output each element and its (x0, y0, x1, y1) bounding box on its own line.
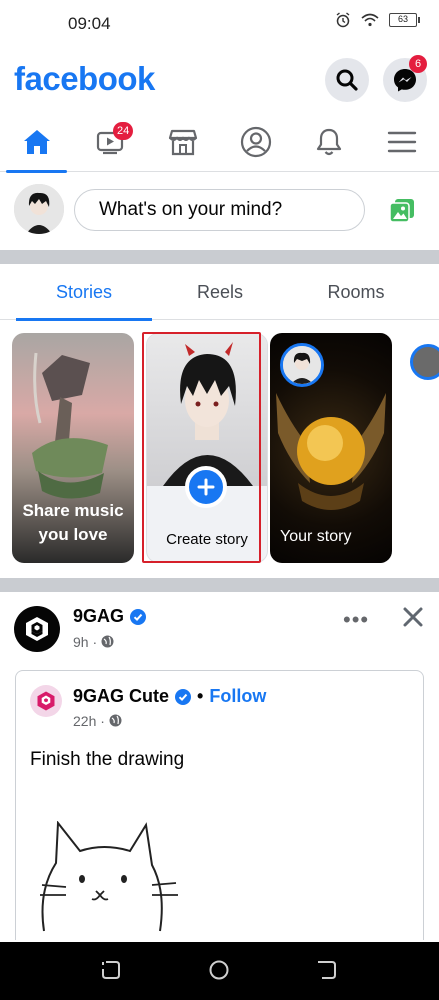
more-options-button[interactable]: ••• (343, 609, 369, 631)
battery-indicator: 63 (389, 13, 420, 27)
nav-notifications[interactable] (292, 112, 365, 172)
store-icon (168, 129, 197, 156)
status-icons: 63 (335, 12, 420, 28)
next-story-avatar[interactable] (410, 344, 439, 380)
nav-profile[interactable] (219, 112, 292, 172)
status-bar: 09:04 63 (0, 0, 439, 48)
photo-button[interactable] (388, 197, 416, 228)
stories-carousel: Share music you love Create story Your s… (0, 320, 439, 578)
story-your-story[interactable]: Your story (270, 333, 392, 563)
top-navigation: 24 (0, 112, 439, 173)
messenger-badge: 6 (409, 55, 427, 73)
tab-stories[interactable]: Stories (16, 264, 152, 321)
dot-separator: • (197, 686, 204, 706)
search-icon (336, 69, 358, 91)
section-divider (0, 250, 439, 264)
recent-apps-icon (102, 961, 120, 979)
shared-post-text: Finish the drawing (30, 749, 185, 770)
close-icon (403, 607, 423, 627)
globe-icon (109, 714, 122, 727)
system-navigation-bar (0, 942, 439, 1000)
post-composer: What's on your mind? (0, 172, 439, 250)
shared-author: 9GAG Cute • Follow (73, 686, 266, 707)
section-divider (0, 578, 439, 592)
wifi-icon (361, 13, 379, 27)
verified-icon (130, 609, 147, 626)
your-story-avatar (280, 343, 324, 387)
9gag-cute-logo-icon (37, 691, 55, 711)
verified-icon (175, 689, 192, 706)
facebook-logo: facebook (14, 60, 155, 97)
home-circle-icon (209, 960, 229, 980)
avatar-image (14, 184, 64, 234)
profile-artwork (163, 342, 253, 486)
shared-meta: 22h · (73, 713, 122, 729)
tab-rooms[interactable]: Rooms (288, 264, 424, 320)
composer-input[interactable]: What's on your mind? (74, 189, 365, 231)
recent-apps-button[interactable] (100, 959, 122, 986)
page-avatar[interactable] (14, 606, 60, 652)
post-author-name[interactable]: 9GAG (73, 606, 124, 626)
nav-marketplace[interactable] (146, 112, 219, 172)
home-icon (23, 130, 50, 154)
story-share-music[interactable]: Share music you love (12, 333, 134, 563)
nav-watch[interactable]: 24 (73, 112, 146, 172)
avatar-image (283, 346, 321, 384)
avatar[interactable] (14, 184, 64, 234)
create-story-label: Create story (166, 531, 248, 548)
story-caption: Share music you love (22, 501, 124, 544)
post-meta: 9h · (73, 634, 114, 650)
nav-home[interactable] (0, 112, 73, 173)
hamburger-icon (387, 131, 416, 153)
watch-badge: 24 (113, 122, 134, 140)
post-author[interactable]: 9GAG (73, 606, 147, 627)
globe-icon (101, 635, 114, 648)
search-button[interactable] (325, 58, 369, 102)
shared-page-avatar[interactable] (30, 685, 62, 717)
nav-menu[interactable] (365, 112, 438, 172)
alarm-icon (336, 12, 350, 28)
hide-post-button[interactable] (402, 606, 424, 633)
plus-icon (197, 478, 215, 496)
status-time: 09:04 (68, 14, 111, 33)
back-icon (318, 961, 336, 979)
cat-drawing-image (40, 821, 178, 932)
photo-icon (389, 199, 414, 223)
stories-tabs: Stories Reels Rooms (0, 264, 439, 321)
shared-author-name[interactable]: 9GAG Cute (73, 686, 169, 706)
home-button[interactable] (208, 959, 230, 986)
shared-post[interactable]: 9GAG Cute • Follow 22h · Finish the drawin… (15, 670, 424, 940)
app-header: facebook 6 (0, 48, 439, 110)
bell-icon (316, 128, 341, 156)
post-time: 9h (73, 634, 89, 650)
follow-button[interactable]: Follow (209, 686, 266, 706)
create-story-image (147, 334, 267, 486)
post-header: 9GAG 9h · ••• (0, 592, 439, 662)
shared-time: 22h (73, 713, 97, 729)
back-button[interactable] (316, 959, 338, 986)
9gag-logo-icon (26, 617, 48, 641)
messenger-button[interactable]: 6 (383, 55, 427, 102)
story-caption: Your story (280, 528, 352, 545)
tab-reels[interactable]: Reels (152, 264, 288, 320)
create-story-plus-button[interactable] (185, 466, 227, 508)
create-story-card[interactable]: Create story (146, 333, 268, 563)
profile-icon (240, 126, 271, 158)
